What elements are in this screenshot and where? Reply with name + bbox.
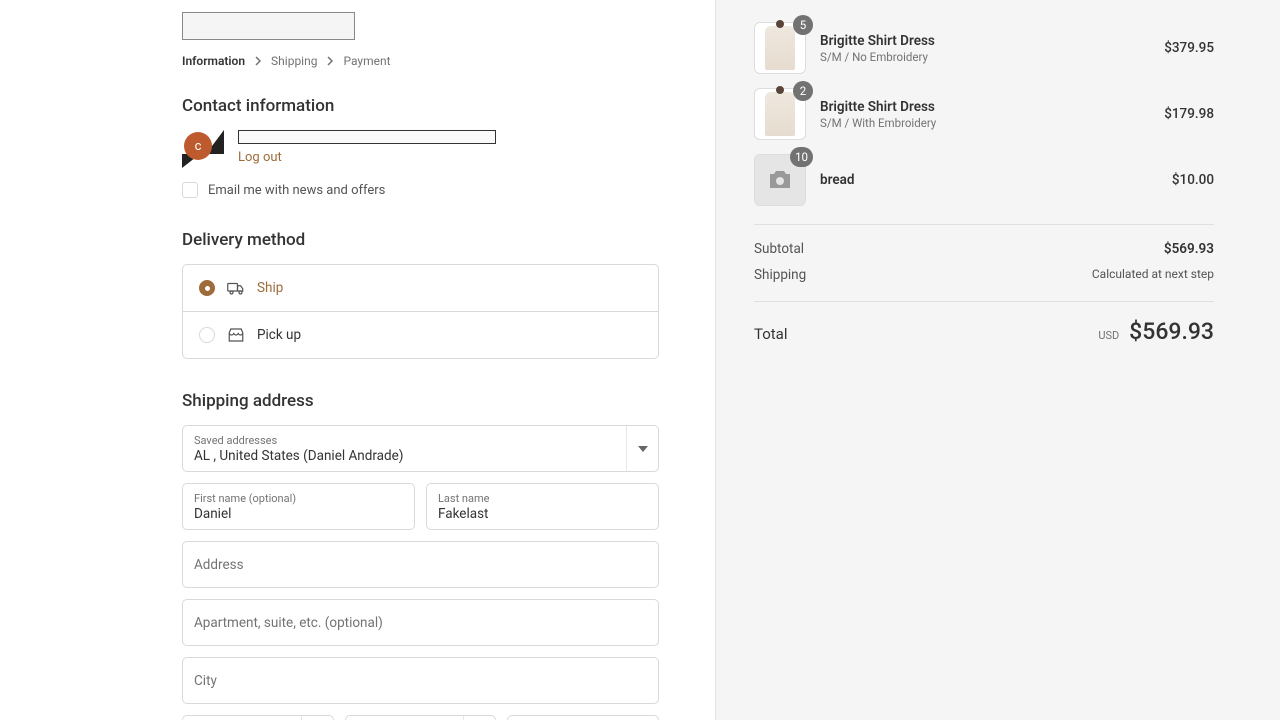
chevron-down-icon xyxy=(626,426,658,471)
shipping-value: Calculated at next step xyxy=(1092,267,1214,283)
cart-item: 5 Brigitte Shirt Dress S/M / No Embroide… xyxy=(754,22,1214,74)
store-icon xyxy=(227,326,245,344)
subtotal-value: $569.93 xyxy=(1164,241,1214,257)
address-field[interactable]: Address xyxy=(182,541,659,588)
saved-addresses-select[interactable]: Saved addresses AL , United States (Dani… xyxy=(182,425,659,472)
merchant-logo[interactable] xyxy=(182,12,355,40)
radio-selected xyxy=(199,280,215,296)
delivery-pickup-label: Pick up xyxy=(257,327,301,343)
delivery-ship-label: Ship xyxy=(257,280,283,296)
item-variant: S/M / With Embroidery xyxy=(820,116,1150,130)
quantity-badge: 2 xyxy=(793,81,813,101)
first-name-field[interactable]: First name (optional) Daniel xyxy=(182,483,415,530)
item-variant: S/M / No Embroidery xyxy=(820,50,1150,64)
chevron-down-icon xyxy=(463,716,495,720)
cart-item: 10 bread $10.00 xyxy=(754,154,1214,206)
item-price: $10.00 xyxy=(1172,172,1214,188)
delivery-option-ship[interactable]: Ship xyxy=(183,265,658,311)
chevron-down-icon xyxy=(301,716,333,720)
last-name-field[interactable]: Last name Fakelast xyxy=(426,483,659,530)
delivery-option-pickup[interactable]: Pick up xyxy=(183,311,658,358)
item-price: $379.95 xyxy=(1164,40,1214,56)
email-display xyxy=(238,130,496,144)
contact-heading: Contact information xyxy=(182,96,659,116)
item-name: bread xyxy=(820,172,1158,188)
quantity-badge: 5 xyxy=(793,15,813,35)
delivery-heading: Delivery method xyxy=(182,230,659,250)
item-price: $179.98 xyxy=(1164,106,1214,122)
cart-item: 2 Brigitte Shirt Dress S/M / With Embroi… xyxy=(754,88,1214,140)
breadcrumb-step-information[interactable]: Information xyxy=(182,54,245,68)
total-label: Total xyxy=(754,325,788,343)
news-checkbox-label: Email me with news and offers xyxy=(208,183,385,198)
country-select[interactable]: Country/region United States xyxy=(182,715,334,720)
currency-code: USD xyxy=(1098,329,1119,342)
chevron-right-icon xyxy=(325,56,335,66)
breadcrumb-step-shipping[interactable]: Shipping xyxy=(271,54,317,68)
item-name: Brigitte Shirt Dress xyxy=(820,99,1150,115)
delivery-method-group: Ship Pick up xyxy=(182,264,659,359)
breadcrumb: Information Shipping Payment xyxy=(182,54,659,68)
breadcrumb-step-payment[interactable]: Payment xyxy=(343,54,390,68)
total-value: $569.93 xyxy=(1129,318,1214,345)
zip-field[interactable]: ZIP code xyxy=(507,715,659,720)
item-name: Brigitte Shirt Dress xyxy=(820,33,1150,49)
chevron-right-icon xyxy=(253,56,263,66)
product-thumbnail: 10 xyxy=(754,154,806,206)
truck-icon xyxy=(227,279,245,297)
product-thumbnail: 5 xyxy=(754,22,806,74)
quantity-badge: 10 xyxy=(790,147,813,167)
avatar: c xyxy=(182,130,224,168)
shipping-address-heading: Shipping address xyxy=(182,391,659,411)
logout-link[interactable]: Log out xyxy=(238,150,496,165)
order-summary: 5 Brigitte Shirt Dress S/M / No Embroide… xyxy=(715,0,1280,720)
shipping-label: Shipping xyxy=(754,267,806,283)
city-field[interactable]: City xyxy=(182,657,659,704)
news-checkbox[interactable] xyxy=(182,182,198,198)
apartment-field[interactable]: Apartment, suite, etc. (optional) xyxy=(182,599,659,646)
camera-icon xyxy=(768,170,792,190)
subtotal-label: Subtotal xyxy=(754,241,804,257)
product-thumbnail: 2 xyxy=(754,88,806,140)
radio-unselected xyxy=(199,327,215,343)
state-select[interactable]: State Alabama xyxy=(345,715,497,720)
